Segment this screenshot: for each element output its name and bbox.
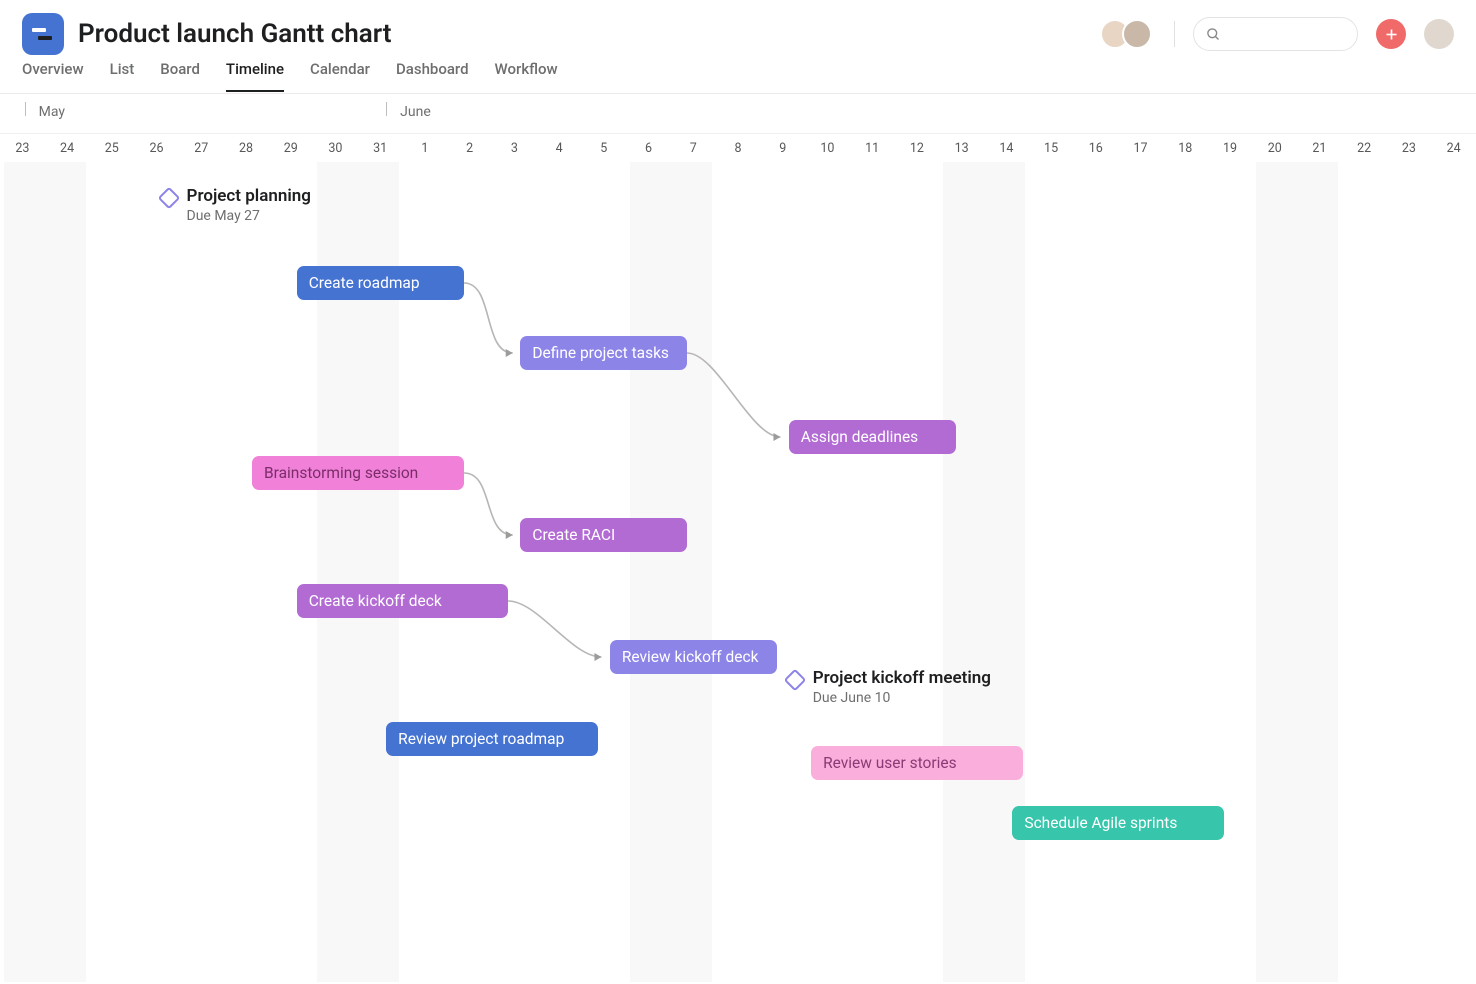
day-header-cell: 24 bbox=[45, 134, 90, 162]
day-header-cell: 1 bbox=[403, 134, 448, 162]
connector bbox=[504, 597, 617, 673]
day-header-cell: 26 bbox=[134, 134, 179, 162]
task-label: Create kickoff deck bbox=[309, 592, 442, 610]
day-header-cell: 7 bbox=[671, 134, 716, 162]
tab-timeline[interactable]: Timeline bbox=[226, 54, 284, 92]
task-reviewkick[interactable]: Review kickoff deck bbox=[610, 640, 777, 674]
milestone-kickoff[interactable]: Project kickoff meeting Due June 10 bbox=[787, 668, 991, 706]
day-header: 2324252627282930311234567891011121314151… bbox=[0, 134, 1476, 162]
task-label: Define project tasks bbox=[532, 344, 669, 362]
day-header-cell: 6 bbox=[626, 134, 671, 162]
current-user-avatar[interactable] bbox=[1424, 19, 1454, 49]
tab-calendar[interactable]: Calendar bbox=[310, 54, 370, 90]
day-header-cell: 23 bbox=[1387, 134, 1432, 162]
milestone-text: Project planning Due May 27 bbox=[187, 186, 311, 224]
search-input[interactable] bbox=[1229, 26, 1345, 42]
day-header-cell: 16 bbox=[1073, 134, 1118, 162]
task-label: Create roadmap bbox=[309, 274, 420, 292]
day-header-cell: 18 bbox=[1163, 134, 1208, 162]
day-header-cell: 30 bbox=[313, 134, 358, 162]
task-raci[interactable]: Create RACI bbox=[520, 518, 687, 552]
task-label: Create RACI bbox=[532, 526, 615, 544]
connector bbox=[460, 469, 529, 551]
day-header-cell: 9 bbox=[760, 134, 805, 162]
tab-overview[interactable]: Overview bbox=[22, 54, 84, 90]
month-tick bbox=[25, 102, 26, 116]
weekend-band bbox=[630, 162, 712, 982]
task-roadmap[interactable]: Create roadmap bbox=[297, 266, 464, 300]
day-header-cell: 12 bbox=[895, 134, 940, 162]
month-label-may: May bbox=[39, 104, 65, 120]
day-header-cell: 22 bbox=[1342, 134, 1387, 162]
day-header-cell: 24 bbox=[1431, 134, 1476, 162]
milestone-title: Project kickoff meeting bbox=[813, 668, 991, 688]
day-header-cell: 21 bbox=[1297, 134, 1342, 162]
task-reviewroad[interactable]: Review project roadmap bbox=[386, 722, 598, 756]
task-define[interactable]: Define project tasks bbox=[520, 336, 687, 370]
milestone-text: Project kickoff meeting Due June 10 bbox=[813, 668, 991, 706]
diamond-icon bbox=[157, 187, 180, 210]
search-box[interactable] bbox=[1193, 17, 1358, 51]
page-title: Product launch Gantt chart bbox=[78, 19, 391, 49]
milestone-due: Due June 10 bbox=[813, 690, 991, 706]
day-header-cell: 8 bbox=[716, 134, 761, 162]
weekend-band bbox=[1256, 162, 1338, 982]
connector bbox=[460, 279, 529, 369]
day-header-cell: 4 bbox=[537, 134, 582, 162]
timeline: MayJune 23242526272829303112345678910111… bbox=[0, 94, 1476, 984]
day-header-cell: 5 bbox=[581, 134, 626, 162]
avatar[interactable] bbox=[1122, 19, 1152, 49]
task-label: Assign deadlines bbox=[801, 428, 918, 446]
tab-list[interactable]: List bbox=[110, 54, 135, 90]
day-header-cell: 14 bbox=[984, 134, 1029, 162]
day-header-cell: 17 bbox=[1118, 134, 1163, 162]
milestone-title: Project planning bbox=[187, 186, 311, 206]
day-header-cell: 23 bbox=[0, 134, 45, 162]
task-assign[interactable]: Assign deadlines bbox=[789, 420, 956, 454]
task-agile[interactable]: Schedule Agile sprints bbox=[1012, 806, 1224, 840]
day-header-cell: 28 bbox=[224, 134, 269, 162]
task-label: Schedule Agile sprints bbox=[1024, 814, 1177, 832]
day-header-cell: 10 bbox=[805, 134, 850, 162]
day-header-cell: 13 bbox=[939, 134, 984, 162]
tabs: Overview List Board Timeline Calendar Dashboa… bbox=[0, 54, 1476, 94]
day-header-cell: 2 bbox=[447, 134, 492, 162]
day-header-cell: 25 bbox=[89, 134, 134, 162]
project-icon bbox=[22, 13, 64, 55]
gantt-chart[interactable]: Project planning Due May 27 Project kickof… bbox=[0, 162, 1476, 982]
task-brainstorm[interactable]: Brainstorming session bbox=[252, 456, 464, 490]
tab-dashboard[interactable]: Dashboard bbox=[396, 54, 469, 90]
day-header-cell: 15 bbox=[1029, 134, 1074, 162]
day-header-cell: 3 bbox=[492, 134, 537, 162]
weekend-band bbox=[943, 162, 1025, 982]
member-avatars[interactable] bbox=[1100, 19, 1152, 49]
plus-icon bbox=[1384, 27, 1399, 42]
weekend-band bbox=[4, 162, 86, 982]
task-label: Review kickoff deck bbox=[622, 648, 759, 666]
search-icon bbox=[1206, 27, 1221, 42]
add-button[interactable] bbox=[1376, 19, 1406, 49]
task-label: Review project roadmap bbox=[398, 730, 564, 748]
milestone-due: Due May 27 bbox=[187, 208, 311, 224]
topbar: Product launch Gantt chart bbox=[0, 0, 1476, 54]
task-userstories[interactable]: Review user stories bbox=[811, 746, 1023, 780]
divider bbox=[1174, 21, 1175, 47]
tab-workflow[interactable]: Workflow bbox=[495, 54, 558, 90]
milestone-planning[interactable]: Project planning Due May 27 bbox=[161, 186, 311, 224]
day-header-cell: 27 bbox=[179, 134, 224, 162]
month-label-june: June bbox=[400, 104, 431, 120]
task-label: Brainstorming session bbox=[264, 464, 418, 482]
day-header-cell: 20 bbox=[1252, 134, 1297, 162]
tab-board[interactable]: Board bbox=[160, 54, 200, 90]
task-label: Review user stories bbox=[823, 754, 957, 772]
diamond-icon bbox=[783, 669, 806, 692]
day-header-cell: 29 bbox=[268, 134, 313, 162]
month-tick bbox=[386, 102, 387, 116]
day-header-cell: 31 bbox=[358, 134, 403, 162]
month-header: May June bbox=[0, 94, 1476, 134]
day-header-cell: 11 bbox=[850, 134, 895, 162]
day-header-cell: 19 bbox=[1208, 134, 1253, 162]
task-kickdeck[interactable]: Create kickoff deck bbox=[297, 584, 509, 618]
